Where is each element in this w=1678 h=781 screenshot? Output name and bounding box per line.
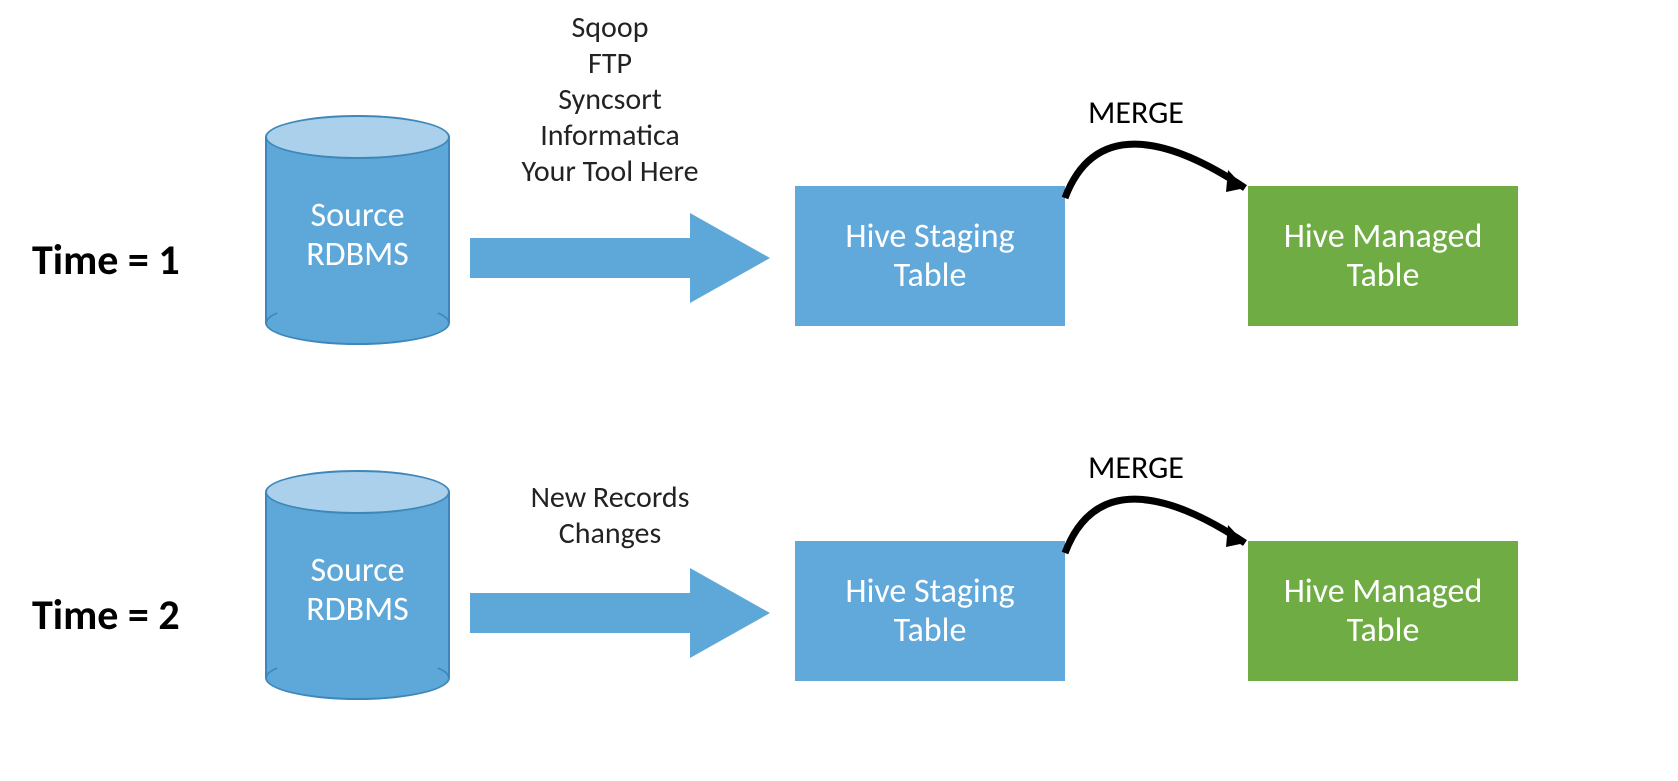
source-rdbms-cylinder-1: Source RDBMS [265, 115, 450, 345]
tool-list-1-item-2: FTP [470, 46, 750, 82]
hive-managed-1-line1: Hive Managed [1284, 216, 1483, 257]
source-rdbms-cylinder-2: Source RDBMS [265, 470, 450, 700]
time-1-label: Time = 1 [32, 235, 180, 286]
merge-arrow-1 [1050, 128, 1280, 228]
hive-staging-1-line1: Hive Staging [845, 216, 1014, 257]
merge-label-2: MERGE [1088, 448, 1184, 487]
tool-list-2: New Records Changes [470, 480, 750, 552]
tool-list-2-item-1: New Records [470, 480, 750, 516]
hive-managed-2-line2: Table [1347, 610, 1420, 651]
tool-list-1-item-4: Informatica [470, 118, 750, 154]
hive-staging-1-line2: Table [894, 255, 967, 296]
hive-managed-table-2: Hive Managed Table [1248, 541, 1518, 681]
merge-label-1: MERGE [1088, 93, 1184, 132]
time-2-label: Time = 2 [32, 590, 180, 641]
flow-arrow-2 [470, 568, 770, 658]
tool-list-1: Sqoop FTP Syncsort Informatica Your Tool… [470, 10, 750, 190]
hive-managed-1-line2: Table [1347, 255, 1420, 296]
merge-arrow-2 [1050, 483, 1280, 583]
hive-staging-table-2: Hive Staging Table [795, 541, 1065, 681]
diagram-canvas: Time = 1 Source RDBMS Sqoop FTP Syncsort… [0, 0, 1678, 781]
hive-staging-2-line2: Table [894, 610, 967, 651]
flow-arrow-1 [470, 213, 770, 303]
tool-list-1-item-5: Your Tool Here [470, 154, 750, 190]
tool-list-1-item-3: Syncsort [470, 82, 750, 118]
tool-list-1-item-1: Sqoop [470, 10, 750, 46]
hive-managed-2-line1: Hive Managed [1284, 571, 1483, 612]
tool-list-2-item-2: Changes [470, 516, 750, 552]
hive-managed-table-1: Hive Managed Table [1248, 186, 1518, 326]
hive-staging-table-1: Hive Staging Table [795, 186, 1065, 326]
hive-staging-2-line1: Hive Staging [845, 571, 1014, 612]
